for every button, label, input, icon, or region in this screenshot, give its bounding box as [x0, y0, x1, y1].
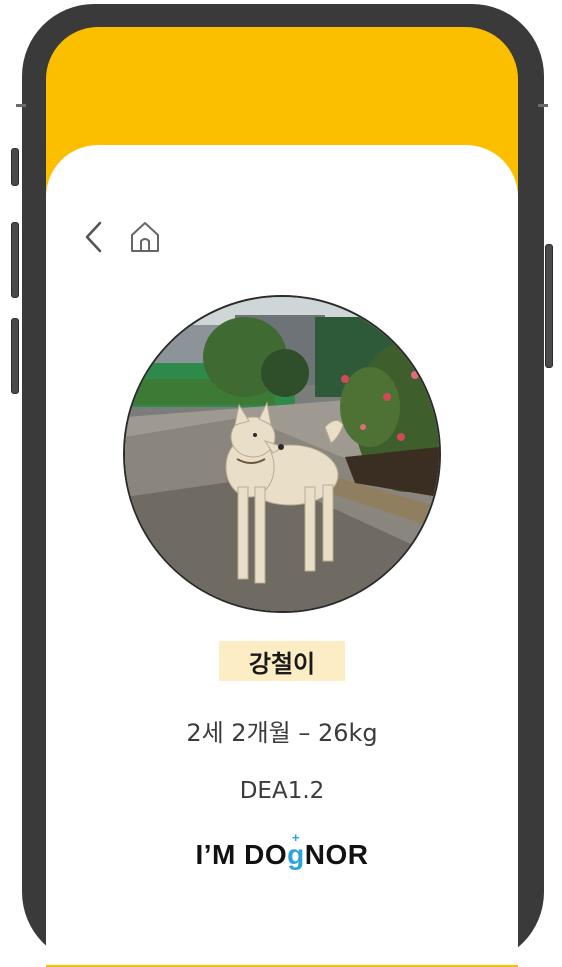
dog-name: 강철이 [248, 649, 316, 678]
profile-card: 강철이 2세 2개월 – 26kg DEA1.2 I’M DO + gNOR [46, 145, 518, 965]
power-button [545, 244, 553, 368]
frame-line-right [538, 104, 548, 107]
brand-logo: I’M DO + gNOR [46, 830, 518, 871]
blood-type-text: DEA1.2 [239, 778, 325, 804]
home-button[interactable] [128, 219, 162, 255]
app-screen: 강철이 2세 2개월 – 26kg DEA1.2 I’M DO + gNOR [46, 27, 518, 967]
logo-part-1: I’M DO [195, 839, 288, 870]
dog-photo [123, 295, 441, 613]
chevron-left-icon [85, 221, 102, 253]
dog-photo-illustration [125, 297, 439, 611]
volume-mute-switch [11, 148, 19, 186]
back-button[interactable] [82, 220, 106, 254]
age-weight-text: 2세 2개월 – 26kg [186, 719, 378, 747]
logo-part-2: NOR [304, 839, 369, 870]
volume-up-button [11, 222, 19, 298]
volume-down-button [11, 318, 19, 394]
logo-g: + g [287, 830, 305, 870]
home-icon [131, 222, 159, 252]
logo-plus: + [291, 830, 300, 845]
frame-line-left [16, 104, 26, 107]
dog-name-tag: 강철이 [219, 641, 345, 681]
